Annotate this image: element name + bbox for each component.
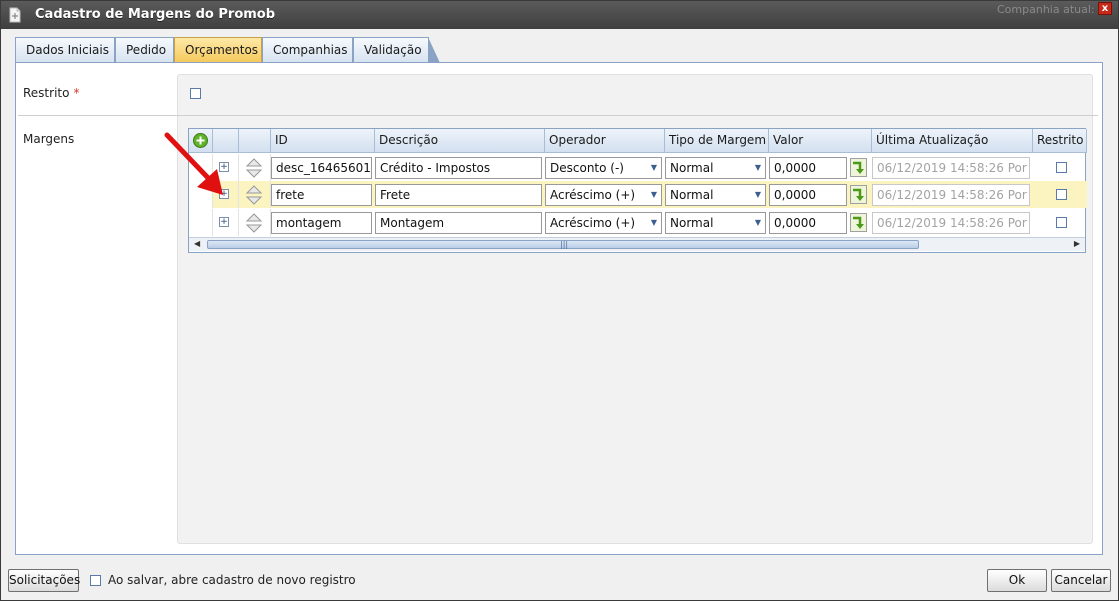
ultima-atualizacao-field: 06/12/2019 14:58:26 Por [872, 212, 1030, 234]
close-icon[interactable]: x [1098, 2, 1112, 15]
sort-column-header [239, 129, 271, 153]
column-header-valor[interactable]: Valor [769, 129, 872, 153]
restrito-row-checkbox[interactable] [1056, 189, 1067, 200]
restrito-label: Restrito * [23, 86, 80, 100]
sort-arrows-icon[interactable] [246, 158, 262, 178]
valor-input[interactable]: 0,0000 [769, 212, 847, 234]
background-company-text: Companhia atual: [997, 3, 1095, 16]
descricao-input[interactable]: Crédito - Impostos [375, 157, 542, 179]
table-row[interactable]: + desc_16465601 Crédito - Impostos Desco… [189, 154, 1087, 181]
dropdown-arrow-icon: ▼ [650, 218, 657, 227]
dropdown-arrow-icon: ▼ [650, 190, 657, 199]
horizontal-scrollbar[interactable]: ◀ ||| ▶ [189, 237, 1085, 251]
dropdown-arrow-icon: ▼ [650, 163, 657, 172]
valor-input[interactable]: 0,0000 [769, 184, 847, 206]
id-input[interactable]: desc_16465601 [271, 157, 372, 179]
apply-arrow-icon[interactable] [850, 185, 867, 204]
apply-arrow-icon[interactable] [850, 158, 867, 177]
margens-label: Margens [23, 132, 75, 146]
restrito-checkbox[interactable] [190, 88, 201, 99]
descricao-input[interactable]: Montagem [375, 212, 542, 234]
apply-arrow-icon[interactable] [850, 213, 867, 232]
descricao-input[interactable]: Frete [375, 184, 542, 206]
ok-button[interactable]: Ok [987, 569, 1047, 592]
tab-companhias[interactable]: Companhias [262, 37, 364, 63]
tab-dados-iniciais[interactable]: Dados Iniciais [15, 37, 126, 63]
title-bar: Cadastro de Margens do Promob Companhia … [1, 1, 1118, 29]
column-header-tipo-margem[interactable]: Tipo de Margem [665, 129, 769, 153]
sort-arrows-icon[interactable] [246, 185, 262, 205]
divider [18, 115, 1098, 116]
margins-grid: ID Descrição Operador Tipo de Margem Val… [188, 128, 1087, 253]
scroll-right-arrow-icon[interactable]: ▶ [1074, 239, 1080, 248]
operador-select[interactable]: Desconto (-) ▼ [545, 157, 662, 179]
dropdown-arrow-icon: ▼ [754, 190, 761, 199]
operador-select[interactable]: Acréscimo (+) ▼ [545, 184, 662, 206]
tab-validacao[interactable]: Validação [353, 37, 440, 63]
ultima-atualizacao-field: 06/12/2019 14:58:26 Por [872, 157, 1030, 179]
scrollbar-thumb[interactable]: ||| [207, 240, 919, 249]
restrito-row-checkbox[interactable] [1056, 162, 1067, 173]
expand-icon[interactable]: + [219, 217, 229, 227]
operador-select[interactable]: Acréscimo (+) ▼ [545, 212, 662, 234]
restrito-row-checkbox[interactable] [1056, 217, 1067, 228]
dropdown-arrow-icon: ▼ [754, 218, 761, 227]
column-header-id[interactable]: ID [271, 129, 375, 153]
tipo-margem-select[interactable]: Normal ▼ [665, 157, 766, 179]
column-header-operador[interactable]: Operador [545, 129, 665, 153]
tab-orcamentos[interactable]: Orçamentos [174, 37, 273, 63]
new-record-label: Ao salvar, abre cadastro de novo registr… [108, 573, 356, 587]
page-icon [9, 7, 21, 23]
dropdown-arrow-icon: ▼ [754, 163, 761, 172]
scroll-left-arrow-icon[interactable]: ◀ [194, 239, 200, 248]
id-input[interactable]: montagem [271, 212, 372, 234]
annotation-arrow-icon [164, 132, 223, 195]
dialog-window: Cadastro de Margens do Promob Companhia … [0, 0, 1119, 601]
required-mark: * [73, 86, 80, 100]
tab-pedido[interactable]: Pedido [115, 37, 185, 63]
sort-arrows-icon[interactable] [246, 213, 262, 233]
id-input[interactable]: frete [271, 184, 372, 206]
solicitacoes-button[interactable]: Solicitações [8, 569, 80, 592]
tipo-margem-select[interactable]: Normal ▼ [665, 212, 766, 234]
new-record-checkbox[interactable] [90, 575, 101, 586]
table-row[interactable]: + montagem Montagem Acréscimo (+) ▼ Norma… [189, 209, 1087, 236]
cancel-button[interactable]: Cancelar [1051, 569, 1111, 592]
valor-input[interactable]: 0,0000 [769, 157, 847, 179]
ultima-atualizacao-field: 06/12/2019 14:58:26 Por [872, 184, 1030, 206]
grip-icon: ||| [560, 240, 569, 249]
tipo-margem-select[interactable]: Normal ▼ [665, 184, 766, 206]
column-header-restrito[interactable]: Restrito [1033, 129, 1087, 153]
table-row-selected[interactable]: + frete Frete Acréscimo (+) ▼ Normal ▼ 0,0… [189, 181, 1087, 208]
window-title: Cadastro de Margens do Promob [35, 7, 276, 22]
column-header-descricao[interactable]: Descrição [375, 129, 545, 153]
column-header-ultima-atualizacao[interactable]: Última Atualização [872, 129, 1033, 153]
